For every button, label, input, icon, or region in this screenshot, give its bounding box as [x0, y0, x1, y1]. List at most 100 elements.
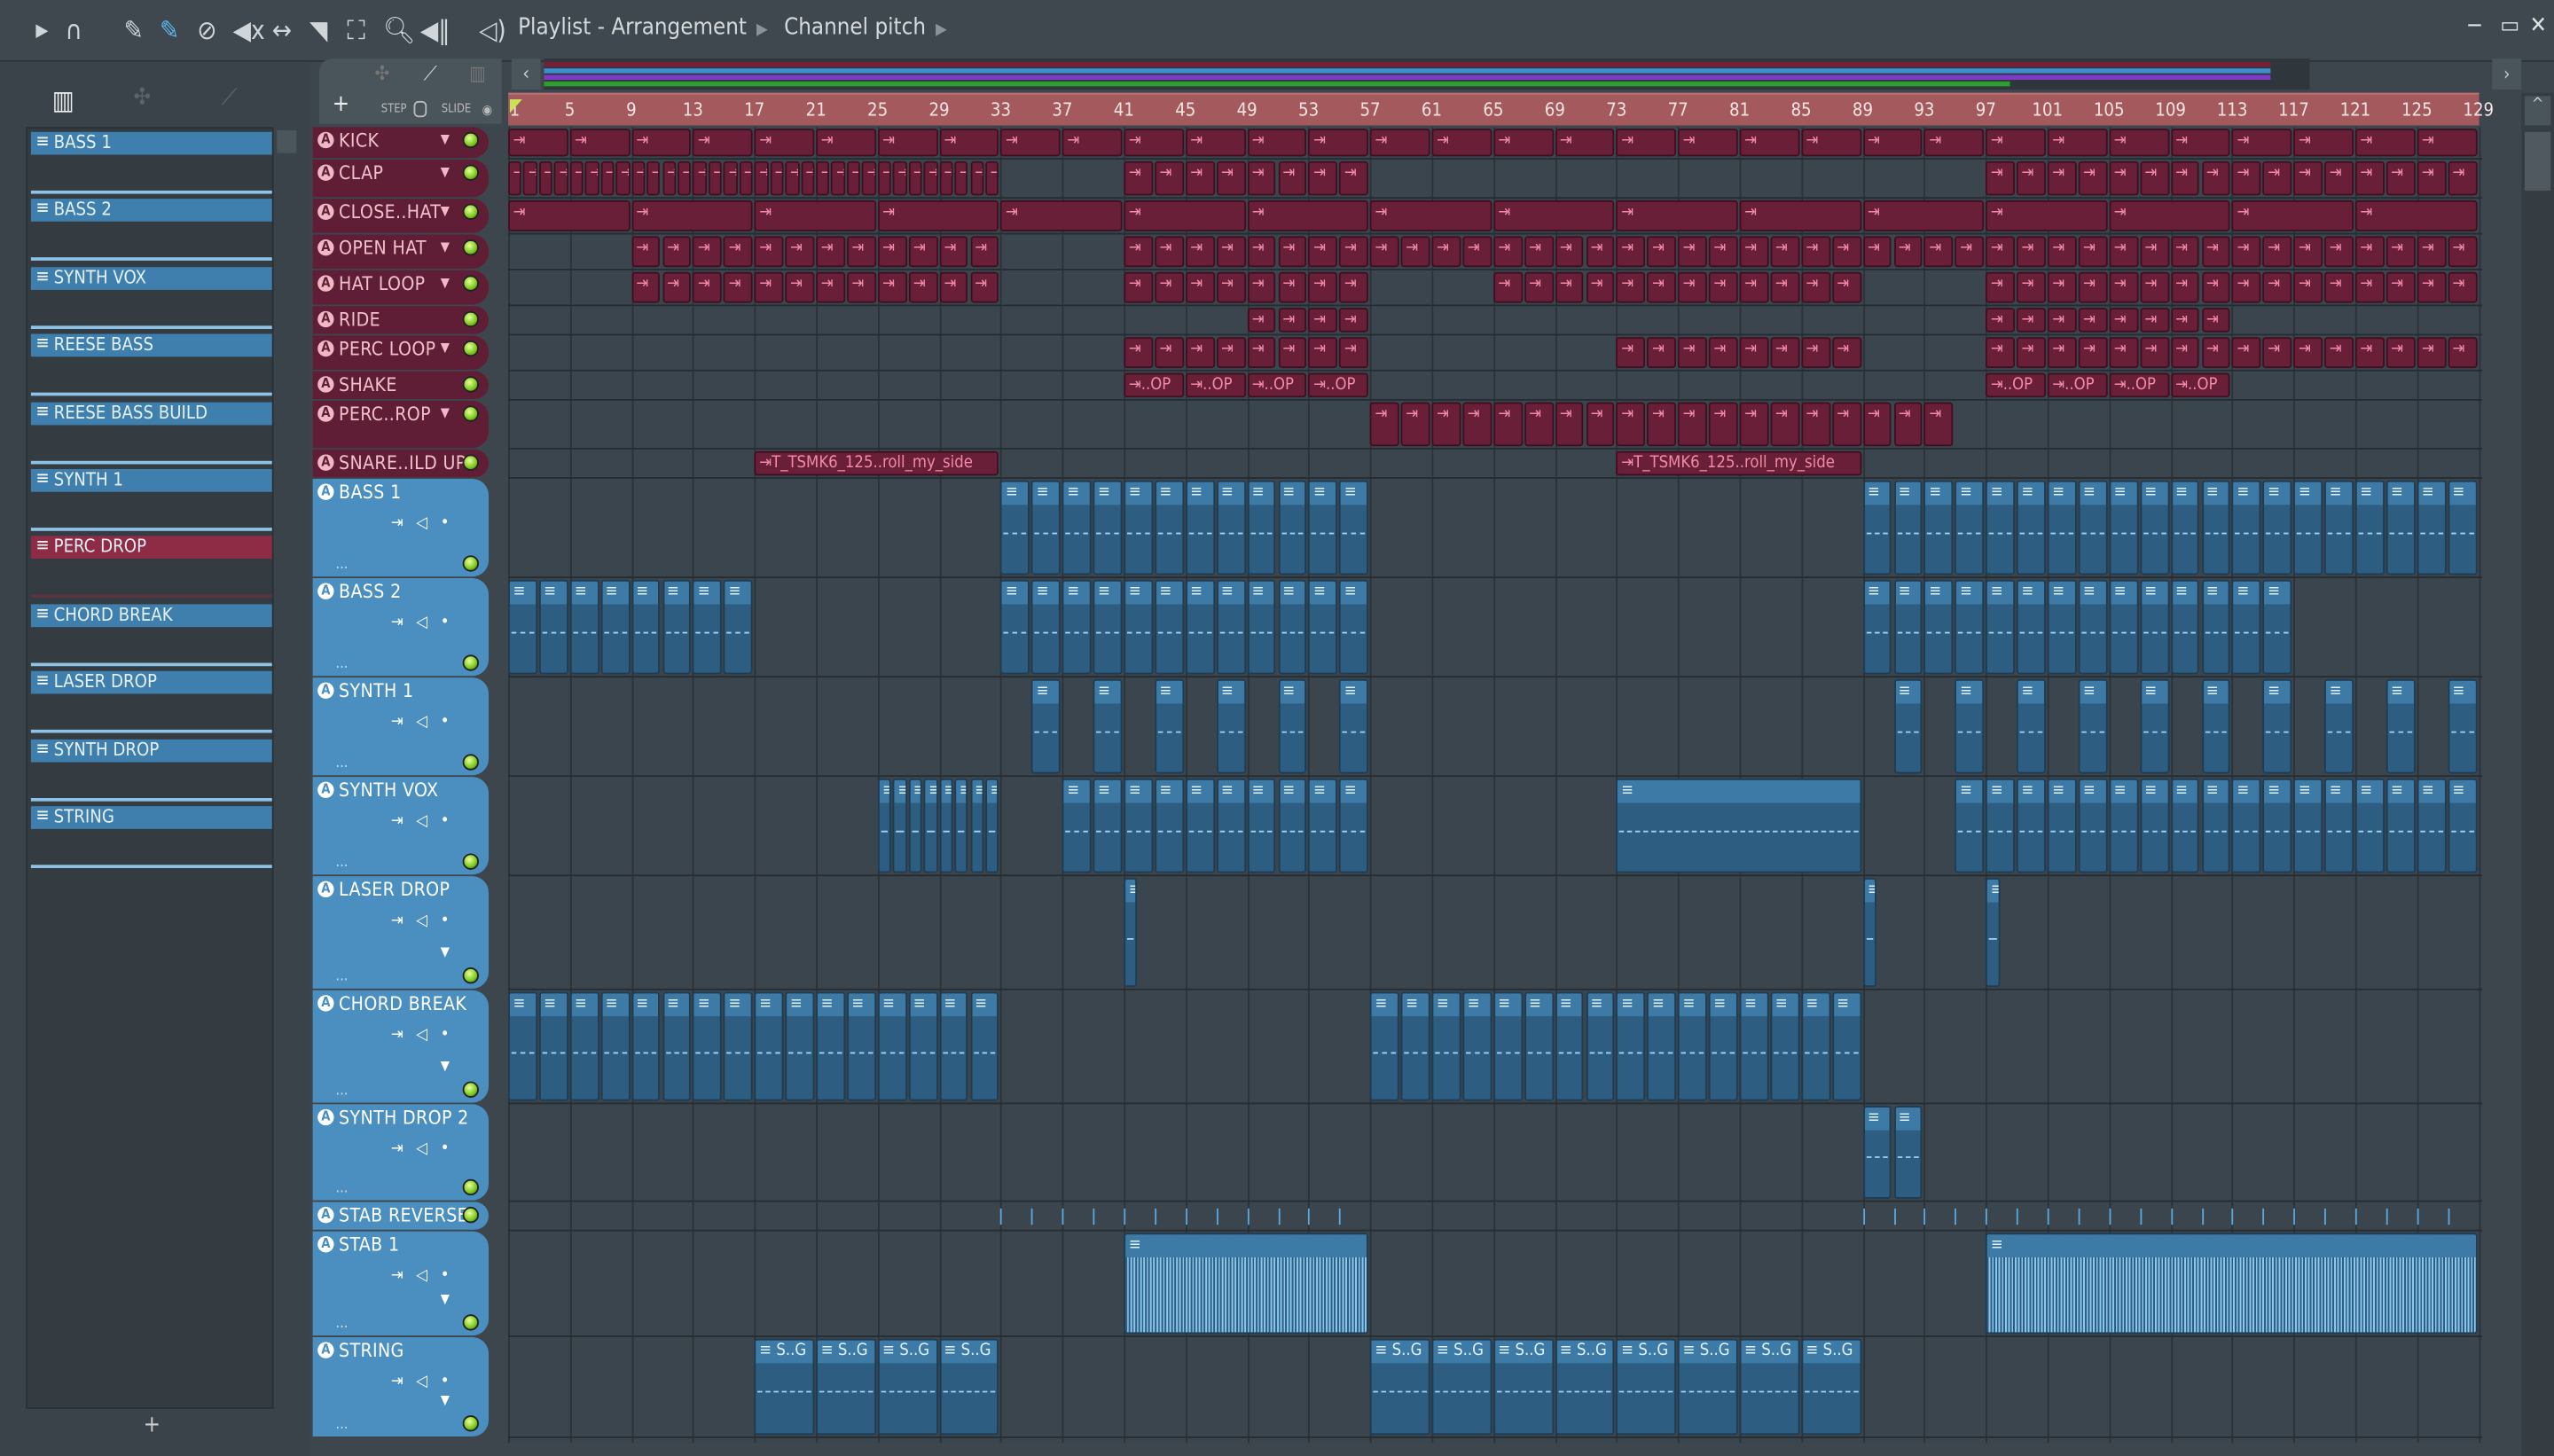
track-controls[interactable]: ⇥◁• — [391, 912, 462, 930]
pattern-clip[interactable]: ≡ — [1586, 991, 1615, 1101]
pattern-clip[interactable]: ≡ — [538, 579, 568, 675]
pattern-clip[interactable]: ≡ — [1370, 991, 1399, 1101]
audio-clip[interactable]: ⇥ — [2017, 337, 2046, 369]
audio-clip[interactable]: ⇥ — [1739, 271, 1769, 303]
audio-clip[interactable]: ⇥ — [2262, 160, 2292, 196]
audio-clip[interactable]: ⇥ — [1801, 236, 1830, 268]
audio-clip[interactable]: ⇥ — [2324, 271, 2354, 303]
audio-clip[interactable]: ⇥ — [1739, 337, 1769, 369]
audio-clip[interactable]: ⇥ — [631, 271, 661, 303]
track-header[interactable]: A BASS 2 ⇥◁•... — [312, 578, 490, 677]
audio-clip[interactable]: ⇥ — [2201, 271, 2231, 303]
audio-clip[interactable]: ⇥..OP — [2170, 372, 2231, 398]
pattern-clip[interactable]: ≡ — [1862, 1106, 1892, 1199]
audio-clip[interactable]: ⇥ — [2232, 271, 2261, 303]
audio-clip[interactable]: ⇥ — [1770, 271, 1800, 303]
audio-clip[interactable]: ⇥ — [2386, 337, 2416, 369]
audio-clip[interactable]: ⇥ — [1155, 337, 1184, 369]
audio-clip[interactable]: ⇥ — [1862, 200, 1985, 231]
audio-clip[interactable]: ⇥ — [1308, 337, 1338, 369]
dropdown-icon[interactable]: ▼ — [441, 1392, 450, 1407]
audio-clip[interactable]: ⇥ — [2109, 236, 2139, 268]
audio-clip[interactable]: ⇥ — [2170, 337, 2200, 369]
pattern-clip[interactable]: ≡ — [1124, 1233, 1369, 1335]
audio-clip[interactable]: ⇥ — [1216, 236, 1246, 268]
audio-clip[interactable]: ⇥ — [2386, 236, 2416, 268]
pattern-clip[interactable]: ≡ — [1093, 778, 1123, 873]
audio-clip[interactable]: ⇥ — [754, 129, 815, 157]
audio-clip[interactable]: ⇥ — [569, 160, 584, 196]
audio-clip[interactable]: ⇥ — [693, 129, 753, 157]
pattern-clip[interactable]: ≡ — [2017, 778, 2046, 873]
pattern-item[interactable]: LASER DROP — [30, 669, 272, 736]
pattern-item[interactable]: REESE BASS BUILD — [30, 400, 272, 466]
audio-clip[interactable]: ⇥ — [2201, 308, 2231, 333]
audio-clip[interactable]: ⇥ — [569, 129, 631, 157]
audio-clip[interactable]: ⇥ — [1708, 236, 1738, 268]
audio-clip[interactable]: ⇥ — [2293, 236, 2323, 268]
audio-clip[interactable]: ⇥ — [1155, 160, 1184, 196]
audio-clip[interactable]: ⇥ — [754, 271, 784, 303]
audio-clip[interactable]: ⇥ — [1739, 402, 1769, 447]
more-icon[interactable]: ... — [335, 855, 348, 871]
pattern-clip[interactable]: ≡ — [2139, 480, 2169, 575]
pattern-clip[interactable]: ≡ — [1216, 678, 1246, 774]
audio-clip[interactable]: ⇥..OP — [2109, 372, 2169, 398]
pattern-clip[interactable]: ≡ — [2262, 778, 2292, 873]
paint-brush-icon[interactable]: ✎ — [160, 15, 179, 48]
pattern-clip[interactable]: ≡ — [1277, 778, 1307, 873]
pattern-clip[interactable]: ≡ — [1031, 480, 1062, 575]
audio-clip[interactable]: ⇥ — [631, 200, 753, 231]
pattern-clip[interactable]: ≡ — [1155, 778, 1184, 873]
audio-clip[interactable]: ⇥ — [1801, 129, 1861, 157]
audio-clip[interactable]: ⇥ — [1247, 337, 1277, 369]
audio-clip[interactable]: ⇥ — [1124, 236, 1154, 268]
audio-clip[interactable]: ⇥ — [2047, 271, 2077, 303]
audio-clip[interactable]: ⇥ — [877, 271, 907, 303]
pattern-clip[interactable]: ≡ — [2232, 778, 2261, 873]
audio-clip[interactable]: ⇥..OP — [2047, 372, 2108, 398]
pattern-clip[interactable]: ≡ — [2232, 480, 2261, 575]
audio-clip[interactable]: ⇥ — [846, 271, 876, 303]
audio-clip[interactable]: ⇥ — [1770, 337, 1800, 369]
pattern-clip[interactable]: ≡ S..G — [1555, 1338, 1615, 1436]
audio-clip[interactable]: ⇥ — [1708, 337, 1738, 369]
pattern-clip[interactable]: ≡ — [1093, 480, 1123, 575]
track-mute-led[interactable] — [462, 239, 479, 256]
audio-clip[interactable]: ⇥ — [2448, 160, 2477, 196]
audio-clip[interactable]: ⇥ — [1185, 129, 1246, 157]
pattern-clip[interactable]: ≡ — [908, 778, 922, 873]
audio-clip[interactable]: ⇥ — [1862, 129, 1923, 157]
audio-clip[interactable]: ⇥ — [1492, 129, 1554, 157]
audio-clip[interactable]: ⇥ — [1247, 200, 1369, 231]
track-header[interactable]: A RIDE — [312, 306, 490, 334]
audio-clip[interactable]: ⇥ — [877, 200, 999, 231]
close-button[interactable]: ✕ — [2529, 13, 2546, 39]
pattern-clip[interactable]: ≡ — [2386, 480, 2416, 575]
audio-clip[interactable]: ⇥ — [693, 236, 723, 268]
audio-clip[interactable]: ⇥ — [1277, 271, 1307, 303]
audio-clip[interactable]: ⇥ — [1370, 200, 1492, 231]
audio-clip[interactable]: ⇥ — [1739, 129, 1800, 157]
audio-clip[interactable]: ⇥ — [1524, 402, 1554, 447]
track-header[interactable]: A STAB REVERSE — [312, 1202, 490, 1230]
track-header[interactable]: A SYNTH DROP 2 ⇥◁•... — [312, 1104, 490, 1201]
audio-clip[interactable]: ⇥ — [1986, 236, 2016, 268]
audio-clip[interactable]: ⇥ — [1739, 236, 1769, 268]
track-controls[interactable]: ⇥◁• — [391, 1373, 462, 1390]
pattern-clip[interactable]: ≡ — [1185, 480, 1215, 575]
pattern-clip[interactable]: ≡ — [1308, 778, 1338, 873]
track-header[interactable]: A STRING ⇥◁• ▼... — [312, 1336, 490, 1436]
pattern-clip[interactable]: ≡ — [2017, 579, 2046, 675]
overview-navigator[interactable] — [544, 59, 2310, 90]
more-icon[interactable]: ... — [335, 1181, 348, 1197]
track-mute-led[interactable] — [462, 1178, 479, 1196]
dropdown-icon[interactable]: ▼ — [441, 944, 450, 959]
pattern-clip[interactable]: ≡ — [2201, 678, 2231, 774]
audio-clip[interactable]: ⇥ — [2170, 129, 2231, 157]
pattern-clip[interactable]: ≡ — [1185, 579, 1215, 675]
audio-clip[interactable]: ⇥ — [1492, 236, 1523, 268]
pattern-item[interactable]: CHORD BREAK — [30, 602, 272, 669]
audio-clip[interactable]: ⇥ — [2017, 236, 2046, 268]
audio-clip[interactable]: ⇥ — [1400, 236, 1430, 268]
